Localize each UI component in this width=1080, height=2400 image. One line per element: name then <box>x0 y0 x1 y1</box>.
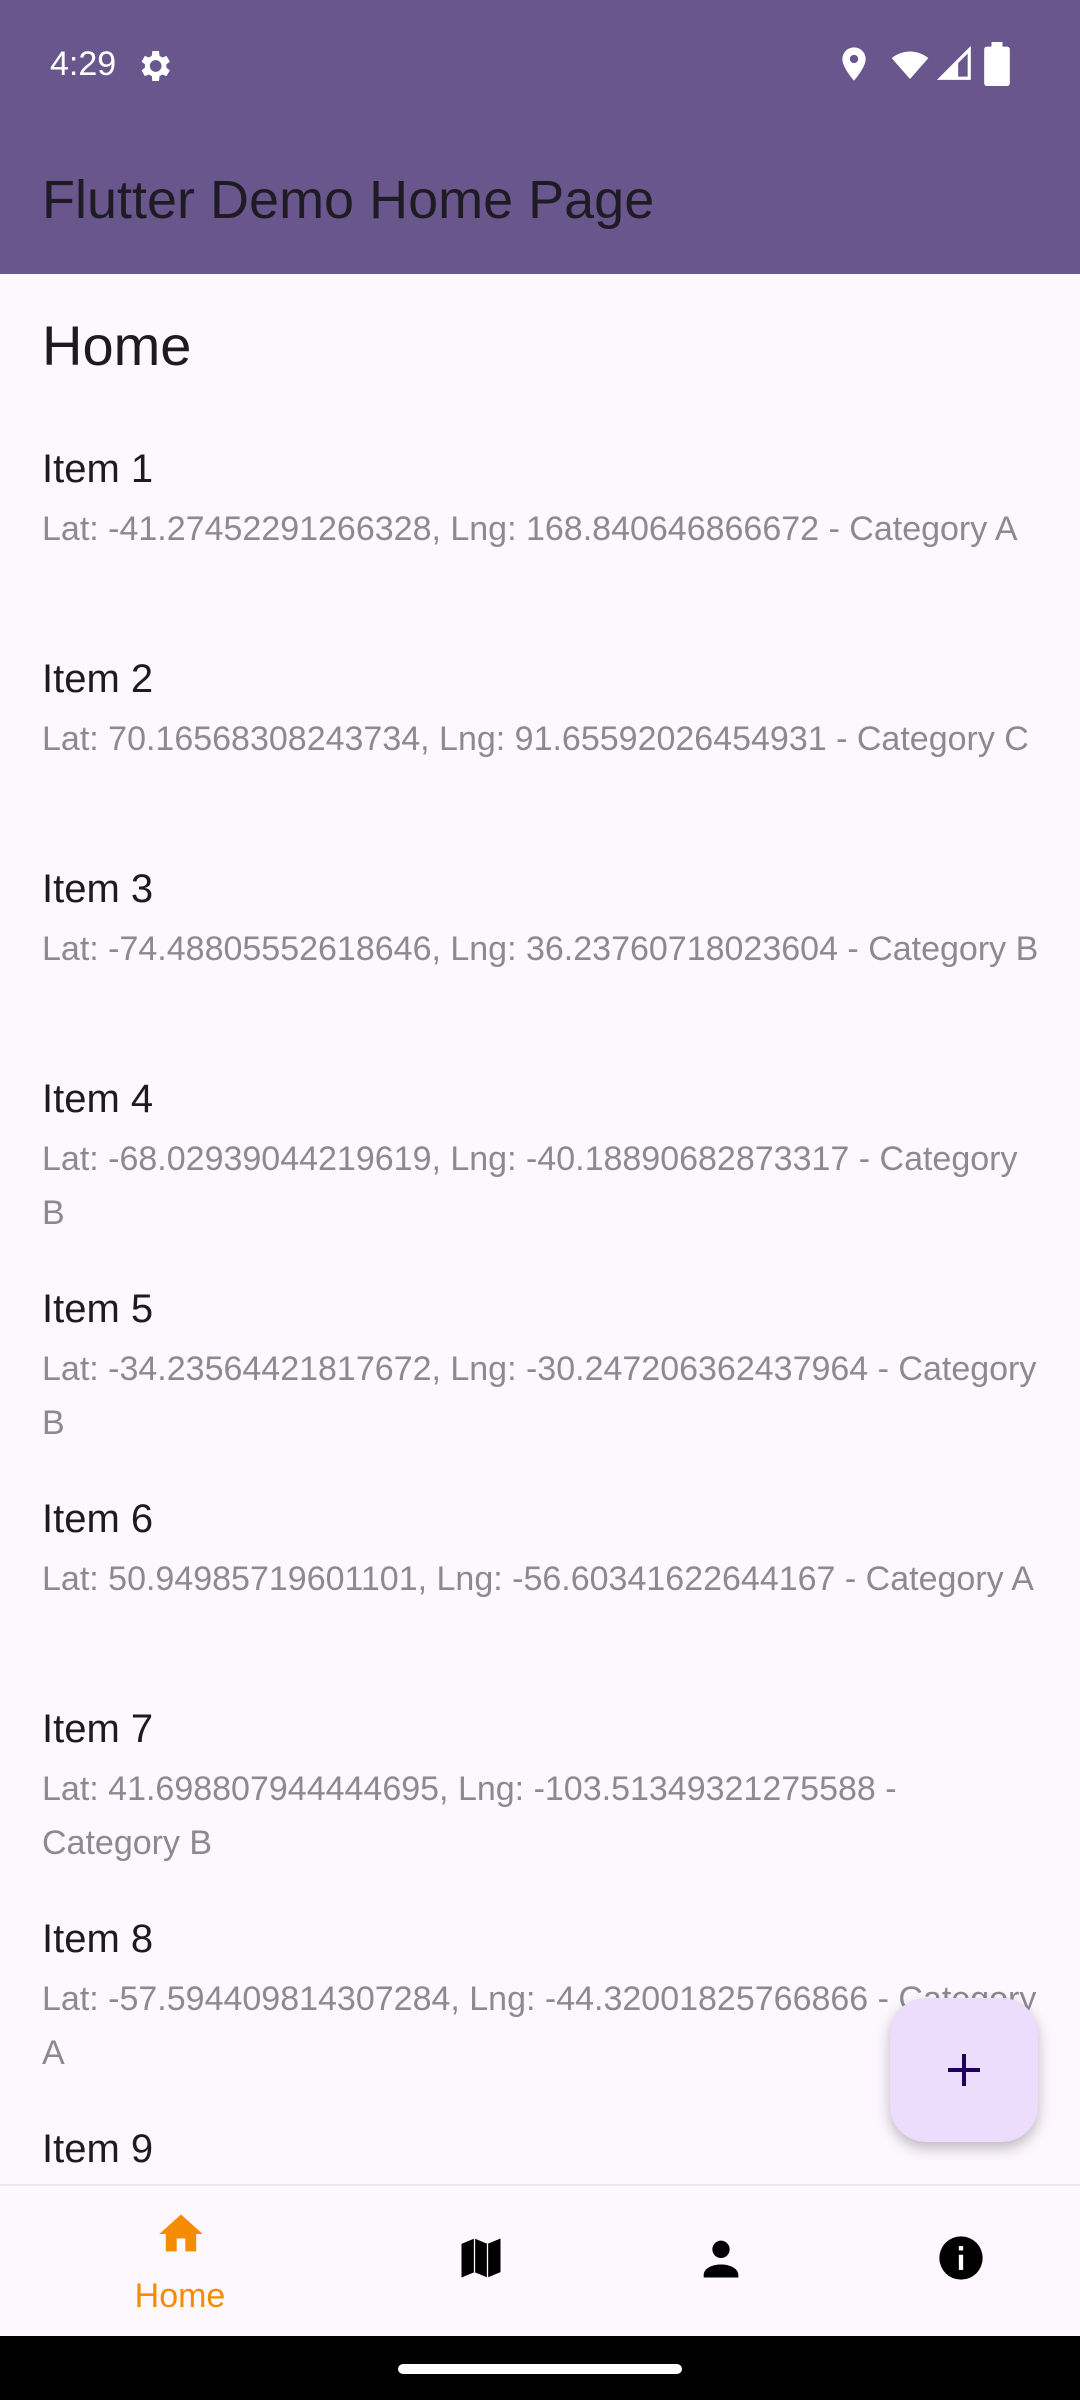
signal-icon <box>936 45 971 80</box>
map-icon <box>461 2238 501 2278</box>
person-icon <box>703 2240 739 2278</box>
nav-item-profile[interactable] <box>585 2186 855 2338</box>
nav-item-info[interactable] <box>825 2186 1080 2338</box>
list-item[interactable]: Item 6 Lat: 50.94985719601101, Lng: -56.… <box>0 1494 1080 1704</box>
item-subtitle: Lat: -34.23564421817672, Lng: -30.247206… <box>42 1350 1037 1442</box>
home-icon <box>159 2214 203 2252</box>
list-item[interactable]: Item 3 Lat: -74.48805552618646, Lng: 36.… <box>0 864 1080 1074</box>
list-item[interactable]: Item 7 Lat: 41.698807944444695, Lng: -10… <box>0 1704 1080 1914</box>
list-item[interactable]: Item 5 Lat: -34.23564421817672, Lng: -30… <box>0 1284 1080 1494</box>
item-subtitle: Lat: -68.02939044219619, Lng: -40.188906… <box>42 1140 1018 1232</box>
location-icon <box>842 47 866 81</box>
gesture-handle[interactable] <box>398 2364 682 2374</box>
nav-label-home: Home <box>134 2277 226 2315</box>
nav-item-home[interactable]: Home <box>45 2186 315 2338</box>
item-title: Item 5 <box>42 1287 154 1331</box>
item-subtitle: Lat: 70.16568308243734, Lng: 91.65592026… <box>42 720 1029 758</box>
status-bar: 4:29 <box>0 0 1080 128</box>
item-title: Item 9 <box>42 2127 154 2171</box>
status-time: 4:29 <box>50 45 117 83</box>
item-title: Item 2 <box>42 657 154 701</box>
list-item[interactable]: Item 1 Lat: -41.27452291266328, Lng: 168… <box>0 444 1080 654</box>
item-title: Item 1 <box>42 447 154 491</box>
battery-icon <box>984 42 1010 86</box>
main-content[interactable]: Home Item 1 Lat: -41.27452291266328, Lng… <box>0 274 1080 2184</box>
item-title: Item 3 <box>42 867 154 911</box>
settings-icon <box>141 51 170 81</box>
add-button[interactable] <box>890 1998 1038 2142</box>
item-title: Item 4 <box>42 1077 154 1121</box>
bottom-navigation: Home <box>0 2184 1080 2338</box>
list-item[interactable]: Item 4 Lat: -68.02939044219619, Lng: -40… <box>0 1074 1080 1284</box>
page-title: Flutter Demo Home Page <box>42 170 655 230</box>
plus-icon <box>948 2054 980 2086</box>
item-subtitle: Lat: -41.27452291266328, Lng: 168.840646… <box>42 510 1018 548</box>
item-subtitle: Lat: 41.698807944444695, Lng: -103.51349… <box>42 1770 897 1862</box>
item-title: Item 7 <box>42 1707 154 1751</box>
system-navigation-bar <box>0 2336 1080 2400</box>
list-item[interactable]: Item 2 Lat: 70.16568308243734, Lng: 91.6… <box>0 654 1080 864</box>
item-subtitle: Lat: 50.94985719601101, Lng: -56.6034162… <box>42 1560 1034 1598</box>
wifi-icon <box>891 51 929 79</box>
item-subtitle: Lat: -74.48805552618646, Lng: 36.2376071… <box>42 930 1039 968</box>
item-title: Item 6 <box>42 1497 154 1541</box>
item-list[interactable]: Item 1 Lat: -41.27452291266328, Lng: 168… <box>0 444 1080 2184</box>
info-icon <box>939 2236 983 2280</box>
item-title: Item 8 <box>42 1917 154 1961</box>
nav-item-map[interactable] <box>345 2186 615 2338</box>
section-title: Home <box>42 314 192 377</box>
app-bar: 4:29 Flutter Demo Home Page <box>0 0 1080 274</box>
